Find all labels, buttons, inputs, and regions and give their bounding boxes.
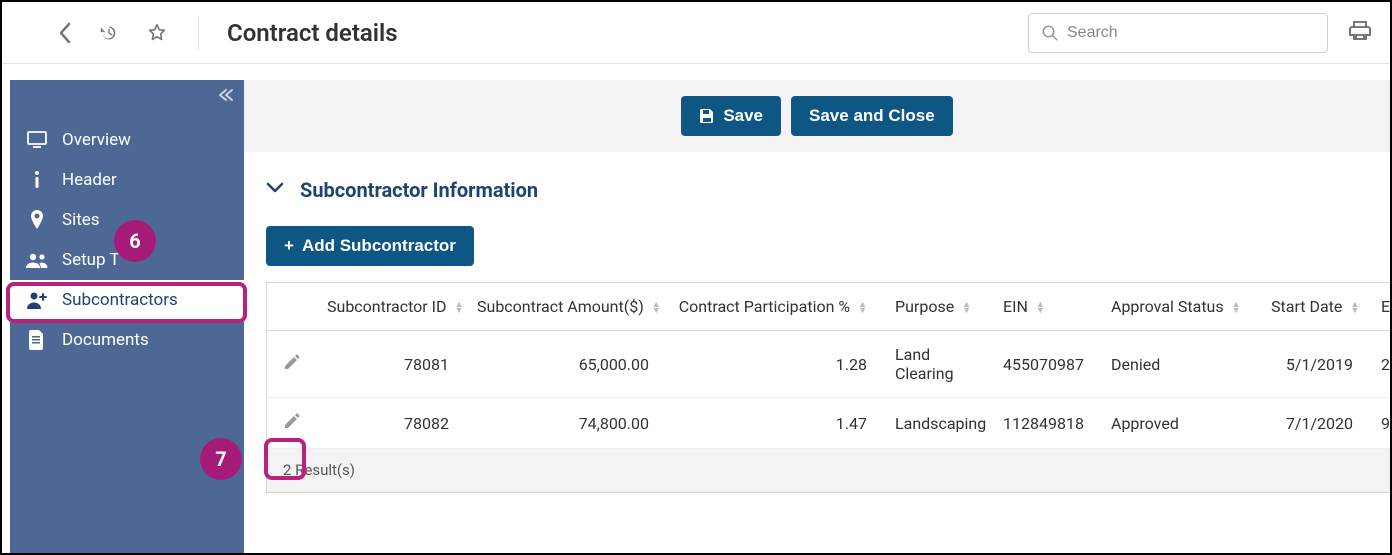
add-subcontractor-button[interactable]: + Add Subcontractor	[266, 226, 474, 266]
edit-row-icon[interactable]	[283, 356, 301, 375]
sidebar-item-subcontractors[interactable]: Subcontractors	[10, 280, 244, 320]
edit-row-icon[interactable]	[283, 415, 301, 434]
search-icon	[1041, 24, 1059, 42]
cell-start: 7/1/2020	[1261, 398, 1371, 449]
cell-start: 5/1/2019	[1261, 331, 1371, 398]
plus-icon: +	[284, 236, 294, 256]
cell-amount: 65,000.00	[467, 331, 667, 398]
col-subcontractor-id[interactable]: Subcontractor ID ▲▼	[317, 283, 467, 331]
sort-icon: ▲▼	[454, 302, 463, 314]
add-subcontractor-label: Add Subcontractor	[302, 236, 456, 256]
save-close-label: Save and Close	[809, 106, 935, 126]
cell-end: 2	[1371, 331, 1390, 398]
sort-icon: ▲▼	[1036, 302, 1045, 314]
sidebar-item-label: Subcontractors	[62, 290, 178, 310]
col-ein[interactable]: EIN ▲▼	[993, 283, 1101, 331]
sort-icon: ▲▼	[1350, 302, 1359, 314]
history-icon[interactable]	[98, 22, 120, 44]
collapse-icon[interactable]	[218, 88, 234, 106]
cell-status: Denied	[1101, 331, 1261, 398]
sort-icon: ▲▼	[962, 302, 971, 314]
action-bar: Save Save and Close	[244, 80, 1390, 152]
sidebar-item-label: Sites	[62, 210, 100, 230]
save-icon	[699, 108, 715, 124]
sidebar: Overview Header Sites Setup T	[10, 80, 244, 553]
back-icon[interactable]	[58, 22, 72, 44]
col-amount[interactable]: Subcontract Amount($) ▲▼	[467, 283, 667, 331]
sidebar-item-header[interactable]: Header	[10, 160, 244, 200]
col-status[interactable]: Approval Status ▲▼	[1101, 283, 1261, 331]
star-icon[interactable]	[146, 22, 168, 44]
save-close-button[interactable]: Save and Close	[791, 96, 953, 136]
info-icon	[26, 170, 48, 190]
monitor-icon	[26, 131, 48, 149]
table-row: 78082 74,800.00 1.47 Landscaping 1128498…	[267, 398, 1390, 449]
cell-ein: 112849818	[993, 398, 1101, 449]
sidebar-item-label: Header	[62, 170, 117, 190]
section-heading: Subcontractor Information	[244, 152, 1390, 210]
cell-id: 78082	[317, 398, 467, 449]
top-icon-group	[58, 22, 168, 44]
save-button[interactable]: Save	[681, 96, 781, 136]
cell-participation: 1.47	[667, 398, 885, 449]
sidebar-item-sites[interactable]: Sites	[10, 200, 244, 240]
top-bar: Contract details	[2, 2, 1390, 64]
col-end[interactable]: En	[1371, 283, 1390, 331]
sidebar-item-documents[interactable]: Documents	[10, 320, 244, 360]
user-plus-icon	[26, 291, 48, 309]
file-icon	[26, 330, 48, 350]
print-icon[interactable]	[1348, 19, 1372, 47]
table-row: 78081 65,000.00 1.28 Land Clearing 45507…	[267, 331, 1390, 398]
sidebar-item-label: Documents	[62, 330, 149, 350]
cell-id: 78081	[317, 331, 467, 398]
divider	[198, 16, 199, 50]
search-field[interactable]	[1067, 24, 1315, 42]
table-footer: 2 Result(s)	[267, 449, 1390, 492]
table-header-row: Subcontractor ID ▲▼ Subcontract Amount($…	[267, 283, 1390, 331]
col-participation[interactable]: Contract Participation % ▲▼	[667, 283, 885, 331]
section-title: Subcontractor Information	[300, 178, 538, 202]
sort-icon: ▲▼	[858, 302, 867, 314]
sort-icon: ▲▼	[1232, 302, 1241, 314]
col-start[interactable]: Start Date ▲▼	[1261, 283, 1371, 331]
cell-purpose: Land Clearing	[885, 331, 993, 398]
sidebar-item-setup[interactable]: Setup T	[10, 240, 244, 280]
cell-participation: 1.28	[667, 331, 885, 398]
subcontractor-table: Subcontractor ID ▲▼ Subcontract Amount($…	[266, 282, 1390, 493]
search-input[interactable]	[1028, 13, 1328, 53]
content-pane: Save Save and Close Subcontractor Inform…	[244, 64, 1390, 553]
sidebar-item-overview[interactable]: Overview	[10, 120, 244, 160]
col-purpose[interactable]: Purpose ▲▼	[885, 283, 993, 331]
cell-status: Approved	[1101, 398, 1261, 449]
chevron-down-icon[interactable]	[266, 182, 284, 198]
cell-purpose: Landscaping	[885, 398, 993, 449]
page-title: Contract details	[227, 19, 398, 47]
sidebar-item-label: Overview	[62, 130, 131, 150]
users-icon	[26, 252, 48, 268]
sidebar-item-label: Setup T	[62, 250, 120, 270]
save-label: Save	[723, 106, 763, 126]
cell-end: 9	[1371, 398, 1390, 449]
cell-amount: 74,800.00	[467, 398, 667, 449]
sort-icon: ▲▼	[652, 302, 661, 314]
cell-ein: 455070987	[993, 331, 1101, 398]
pin-icon	[26, 210, 48, 230]
